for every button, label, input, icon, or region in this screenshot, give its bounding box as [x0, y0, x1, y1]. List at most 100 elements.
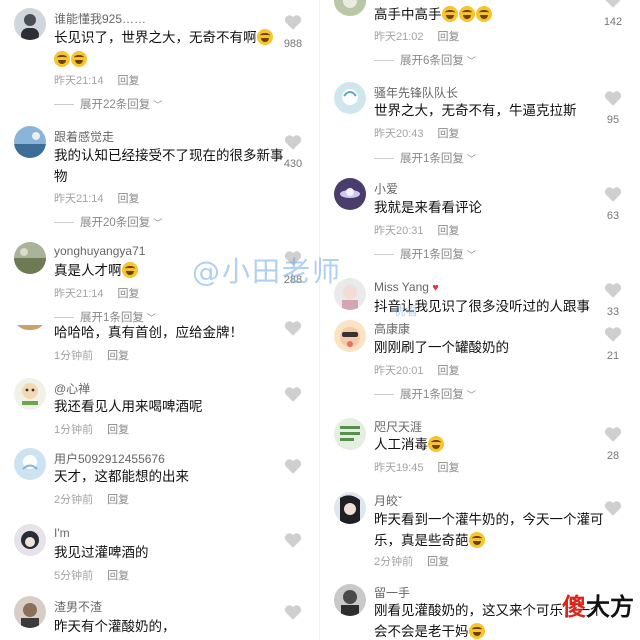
heart-icon	[604, 427, 622, 442]
timestamp: 昨天20:31	[374, 225, 424, 237]
reply-button[interactable]: 回复	[118, 288, 140, 300]
comment-text: 刚刚刷了一个罐酸奶的	[374, 340, 509, 355]
like-button[interactable]: 28	[596, 426, 630, 462]
reply-button[interactable]: 回复	[107, 494, 129, 506]
reply-button[interactable]: 回复	[118, 193, 140, 205]
like-button[interactable]: 33	[596, 282, 630, 318]
comment-text: 昨天看到一个灌牛奶的，今天一个灌可乐，真是些奇葩	[374, 509, 614, 551]
username[interactable]: 骚年先锋队队长	[374, 84, 458, 101]
heart-icon	[284, 135, 302, 150]
brand-logo-part1: 傻	[562, 593, 586, 621]
comment-meta: 昨天21:02 回复	[374, 28, 460, 44]
avatar[interactable]	[14, 8, 46, 40]
expand-replies-button[interactable]: 展开6条回复 ﹀	[374, 52, 476, 68]
comment-meta: 昨天19:45 回复	[374, 459, 460, 475]
username[interactable]: 高康康	[374, 320, 410, 337]
avatar[interactable]	[14, 596, 46, 628]
reply-button[interactable]: 回复	[107, 570, 129, 582]
avatar[interactable]	[14, 126, 46, 158]
comment-item: 哈哈哈，真有首创，应给金牌！ 1分钟前 回复	[0, 314, 320, 374]
avatar[interactable]	[334, 82, 366, 114]
comment-meta: 2分钟前 回复	[374, 553, 449, 569]
like-button[interactable]: 63	[596, 186, 630, 222]
comment-item: 咫尺天涯 人工消毒 昨天19:45 回复 28	[320, 410, 640, 486]
avatar[interactable]	[14, 242, 46, 274]
avatar[interactable]	[334, 0, 366, 16]
like-button[interactable]: 95	[596, 90, 630, 126]
comment-item: 用户5092912455676 天才，这都能想的出来 2分钟前 回复	[0, 444, 320, 514]
expand-replies-button[interactable]: 展开20条回复 ﹀	[54, 214, 162, 230]
reply-button[interactable]: 回复	[107, 424, 129, 436]
username[interactable]: 谁能懂我925……	[54, 10, 146, 27]
heart-icon	[604, 327, 622, 342]
username[interactable]: 留一手	[374, 584, 410, 601]
reply-button[interactable]: 回复	[438, 462, 460, 474]
comment-item: 小爱 我就是来看看评论 昨天20:31 回复 展开1条回复 ﹀ 63	[320, 172, 640, 272]
username[interactable]: 跟着感觉走	[54, 128, 114, 145]
like-button[interactable]	[276, 458, 310, 475]
expand-replies-button[interactable]: 展开1条回复 ﹀	[374, 246, 476, 262]
reply-button[interactable]: 回复	[438, 225, 460, 237]
reply-button[interactable]: 回复	[438, 128, 460, 140]
username[interactable]: 咫尺天涯	[374, 418, 422, 435]
like-button[interactable]: 988	[276, 14, 310, 50]
expand-replies-button[interactable]: 展开22条回复 ﹀	[54, 96, 162, 112]
chevron-down-icon: ﹀	[466, 389, 476, 400]
username[interactable]: I'm	[54, 526, 70, 540]
expand-replies-button[interactable]: 展开1条回复 ﹀	[374, 386, 476, 402]
username[interactable]: 用户5092912455676	[54, 450, 165, 467]
chevron-down-icon: ﹀	[466, 55, 476, 66]
username[interactable]: @心禅	[54, 380, 90, 397]
emoji-row	[54, 51, 88, 69]
avatar[interactable]	[334, 492, 366, 524]
reply-button[interactable]: 回复	[438, 365, 460, 377]
reply-button[interactable]: 回复	[118, 75, 140, 87]
comment-text: 长见识了，世界之大，无奇不有啊	[54, 27, 294, 48]
reply-button[interactable]: 回复	[438, 31, 460, 43]
divider	[374, 59, 394, 61]
like-button[interactable]: 142	[596, 0, 630, 28]
avatar[interactable]	[14, 448, 46, 480]
comment-text: 人工消毒	[374, 434, 614, 455]
username[interactable]: yonghuyangya71	[54, 244, 145, 258]
avatar[interactable]	[334, 320, 366, 352]
like-button[interactable]	[276, 320, 310, 337]
comment-item: 高手中高手 昨天21:02 回复 展开6条回复 ﹀ 142	[320, 0, 640, 72]
like-button[interactable]: 430	[276, 134, 310, 170]
expand-replies-button[interactable]: 展开1条回复 ﹀	[374, 150, 476, 166]
avatar[interactable]	[334, 178, 366, 210]
like-button[interactable]	[276, 386, 310, 403]
avatar[interactable]	[334, 584, 366, 616]
divider	[54, 221, 74, 223]
laughing-tears-icon	[121, 262, 138, 278]
heart-icon	[604, 91, 622, 106]
username[interactable]: 小爱	[374, 180, 398, 197]
comment-meta: 昨天20:31 回复	[374, 222, 460, 238]
brand-logo-part2: 大方	[586, 593, 634, 621]
like-button[interactable]: 21	[596, 326, 630, 362]
comment-meta: 昨天20:43 回复	[374, 125, 460, 141]
reply-button[interactable]: 回复	[107, 350, 129, 362]
username[interactable]: 渣男不渣	[54, 598, 102, 615]
timestamp: 昨天21:02	[374, 31, 424, 43]
username[interactable]: Miss Yang ♥	[374, 280, 439, 294]
like-count: 142	[603, 16, 623, 28]
laughing-tears-icon	[468, 532, 485, 548]
reply-button[interactable]: 回复	[427, 556, 449, 568]
avatar[interactable]	[334, 418, 366, 450]
like-button[interactable]	[596, 500, 630, 517]
comment-text: 天才，这都能想的出来	[54, 469, 189, 484]
username[interactable]: 月皎ˇ	[374, 492, 402, 509]
heart-icon	[605, 0, 621, 8]
like-button[interactable]	[276, 532, 310, 549]
like-button[interactable]	[276, 604, 310, 621]
divider	[374, 157, 394, 159]
avatar[interactable]	[14, 378, 46, 410]
expand-label: 展开1条回复	[400, 389, 464, 401]
comment-meta: 昨天20:01 回复	[374, 362, 460, 378]
laughing-tears-icon	[71, 51, 87, 67]
comment-column-left: 谁能懂我925…… 长见识了，世界之大，无奇不有啊 昨天21:14 回复 展开22…	[0, 0, 320, 640]
avatar[interactable]	[14, 524, 46, 556]
timestamp: 5分钟前	[54, 570, 94, 582]
avatar[interactable]	[14, 316, 46, 330]
